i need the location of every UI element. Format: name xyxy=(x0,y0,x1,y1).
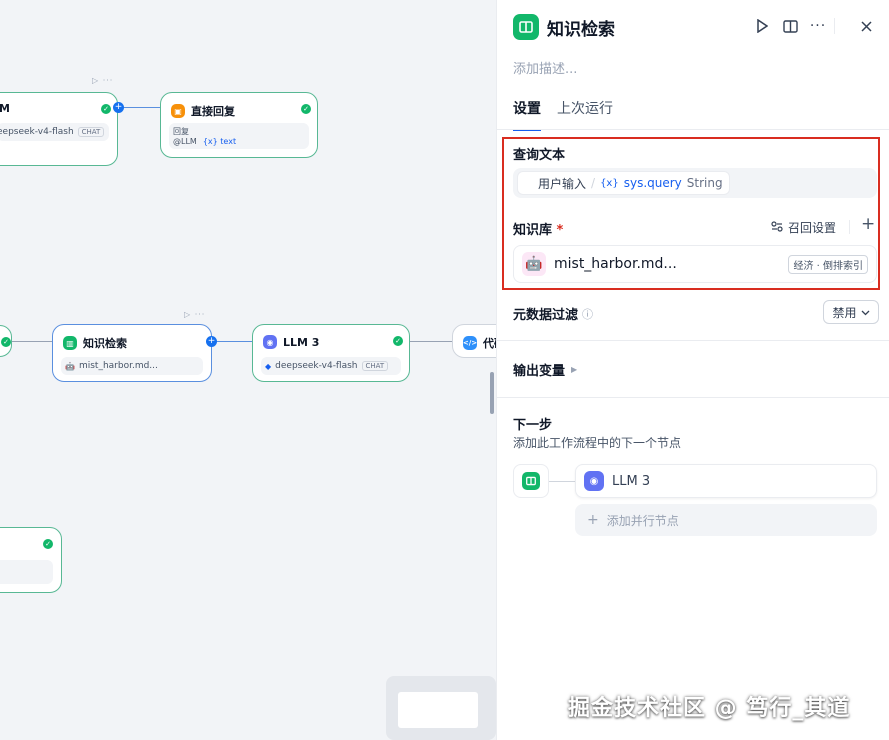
add-node-icon[interactable]: + xyxy=(113,102,124,113)
minimap-viewport xyxy=(398,692,478,728)
book-icon xyxy=(522,472,540,490)
node-title: M xyxy=(0,102,10,115)
metadata-filter-label: 元数据过滤 ⓘ xyxy=(513,307,594,324)
watermark: 掘金技术社区 @ 笃行_其道 xyxy=(568,696,851,721)
next-node-label: LLM 3 xyxy=(612,473,651,489)
tab-last-run[interactable]: 上次运行 xyxy=(557,98,613,131)
model-tag: CHAT xyxy=(77,127,105,137)
edge xyxy=(118,107,160,108)
caret-right-icon: ▶ xyxy=(571,365,578,374)
node-settings-panel: 知识检索 ··· 添加描述... 设置 上次运行 查询文本 用户输入 / {x}… xyxy=(496,0,889,740)
var-type: String xyxy=(686,176,723,190)
description-input[interactable]: 添加描述... xyxy=(513,58,577,77)
add-node-icon[interactable]: + xyxy=(206,336,217,347)
kb-item-name: mist_harbor.md... xyxy=(554,256,677,272)
info-icon: ⓘ xyxy=(582,307,594,321)
llm-icon: ◉ xyxy=(584,471,604,491)
add-parallel-node-button[interactable]: + 添加并行节点 xyxy=(575,504,877,536)
metadata-filter-select[interactable]: 禁用 xyxy=(823,300,879,324)
node-actions[interactable]: ▷ ··· xyxy=(92,76,113,85)
node-title: 直接回复 xyxy=(191,105,235,118)
current-node-icon xyxy=(513,464,549,498)
node-llm3[interactable]: ◉ LLM 3 ✓ ◆ deepseek-v4-flash CHAT xyxy=(252,324,410,382)
variable-icon: {x} xyxy=(600,177,619,189)
panel-resize-handle[interactable] xyxy=(490,372,494,414)
model-name: deepseek-v4-flash xyxy=(275,361,358,371)
settings-sliders-icon xyxy=(771,220,783,235)
query-var-chip[interactable]: 用户输入 / {x} sys.query String xyxy=(517,171,730,195)
node-actions[interactable]: ▷ ··· xyxy=(184,310,205,319)
edge xyxy=(410,341,452,342)
model-tag: CHAT xyxy=(361,361,389,371)
more-icon[interactable]: ··· xyxy=(809,17,827,35)
node-title: 知识检索 xyxy=(83,337,127,350)
reply-icon: ▣ xyxy=(171,104,185,118)
llm-icon: ◉ xyxy=(263,335,277,349)
node-knowledge-retrieval[interactable]: ▥ 知识检索 🤖 mist_harbor.md... xyxy=(52,324,212,382)
success-icon: ✓ xyxy=(1,337,11,347)
var-source: 用户输入 xyxy=(538,176,587,191)
node-direct-reply[interactable]: ▣ 直接回复 ✓ 回复 @LLM {x} text xyxy=(160,92,318,158)
success-icon: ✓ xyxy=(393,336,403,346)
add-kb-button[interactable]: + xyxy=(861,214,875,234)
workflow-canvas[interactable]: ▷ ··· M ✓ eepseek-v4-flash CHAT + ▣ 直接回复… xyxy=(0,0,496,740)
node-start[interactable]: ✓ xyxy=(0,325,12,357)
plus-icon: + xyxy=(587,512,599,528)
var-label: {x} text xyxy=(202,137,237,146)
node-end[interactable]: ✓ xyxy=(0,527,62,593)
edge xyxy=(212,341,252,342)
whale-icon: ◆ xyxy=(265,361,272,371)
minimap[interactable] xyxy=(386,676,496,740)
next-step-title: 下一步 xyxy=(513,418,553,433)
book-icon: ▥ xyxy=(63,336,77,350)
next-step-desc: 添加此工作流程中的下一个节点 xyxy=(513,436,682,450)
robot-icon: 🤖 xyxy=(522,252,546,276)
field-label: 回复 xyxy=(173,127,189,136)
tab-settings[interactable]: 设置 xyxy=(513,98,541,131)
book-icon[interactable] xyxy=(781,17,799,35)
node-llm[interactable]: M ✓ eepseek-v4-flash CHAT xyxy=(0,92,118,166)
chevron-down-icon xyxy=(861,305,870,319)
kb-label: 知识库 * xyxy=(513,223,564,238)
code-icon: </> xyxy=(463,336,477,350)
robot-icon: 🤖 xyxy=(65,361,75,371)
recall-settings-button[interactable]: 召回设置 xyxy=(771,219,836,236)
kb-item[interactable]: 🤖 mist_harbor.md... 经济 · 倒排索引 xyxy=(513,245,877,283)
node-title: LLM 3 xyxy=(283,335,320,349)
success-icon: ✓ xyxy=(101,104,111,114)
kb-item-badge: 经济 · 倒排索引 xyxy=(788,254,868,274)
query-input[interactable]: 用户输入 / {x} sys.query String xyxy=(513,168,877,198)
file-name: mist_harbor.md... xyxy=(78,361,158,371)
next-node-llm3[interactable]: ◉ LLM 3 xyxy=(575,464,877,498)
panel-title[interactable]: 知识检索 xyxy=(547,15,615,40)
node-title: 代码 xyxy=(483,337,496,350)
output-vars-toggle[interactable]: 输出变量 ▶ xyxy=(513,360,577,379)
ref-label: @LLM xyxy=(173,137,197,146)
play-icon[interactable] xyxy=(753,17,771,35)
node-code[interactable]: </> 代码 xyxy=(452,324,496,358)
model-name: eepseek-v4-flash xyxy=(0,127,74,137)
success-icon: ✓ xyxy=(301,104,311,114)
close-icon[interactable] xyxy=(857,17,875,35)
var-name: sys.query xyxy=(623,176,682,190)
book-icon xyxy=(513,14,539,40)
success-icon: ✓ xyxy=(43,539,53,549)
query-label: 查询文本 xyxy=(513,148,566,163)
